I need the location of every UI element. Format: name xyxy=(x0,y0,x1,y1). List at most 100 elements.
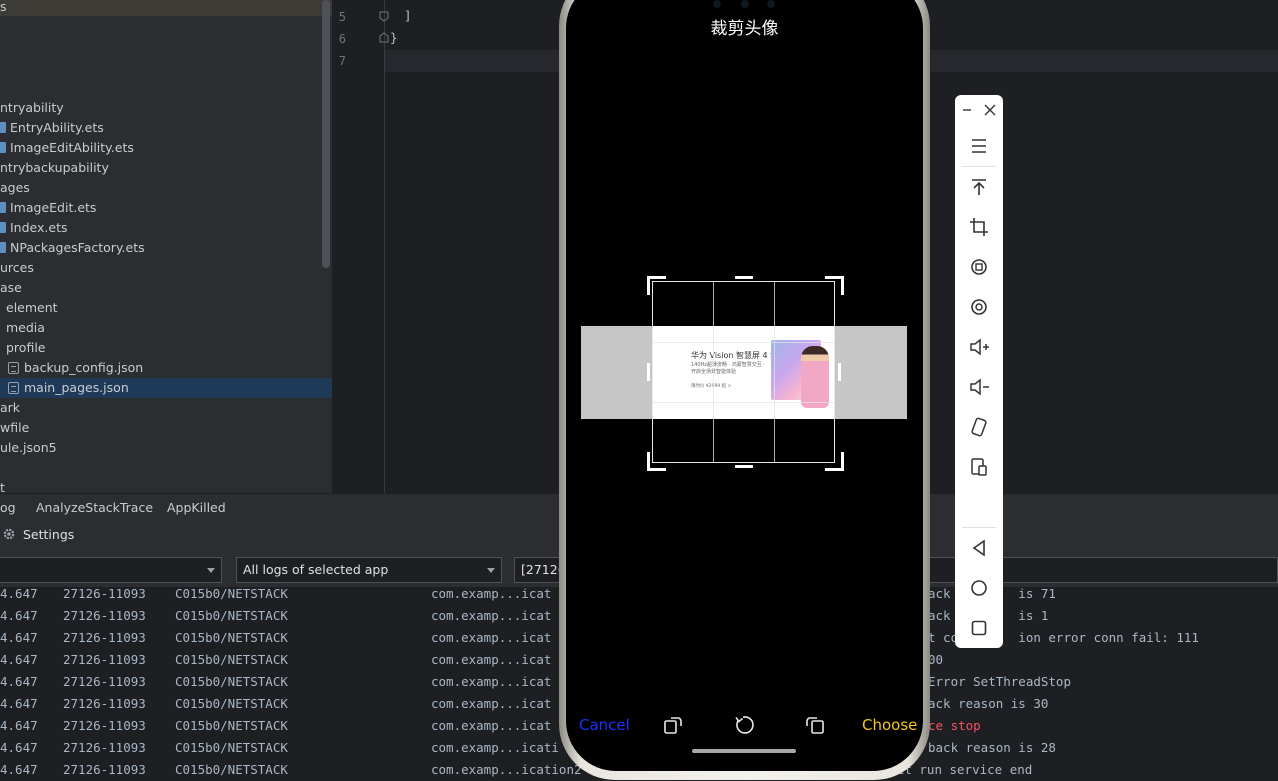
tree-item[interactable]: backup_config.json xyxy=(8,358,143,378)
log-scope-value: All logs of selected app xyxy=(243,562,389,577)
tree-item-label: t xyxy=(0,480,5,493)
tree-item[interactable]: NPackagesFactory.ets xyxy=(0,238,145,258)
tree-item[interactable]: ntrybackupability xyxy=(0,158,109,178)
log-pid: 27126-11093 xyxy=(63,608,146,623)
tree-item[interactable]: ntryability xyxy=(0,98,64,118)
cancel-button[interactable]: Cancel xyxy=(579,716,630,734)
log-pkg: com.examp...icat xyxy=(431,674,552,689)
back-icon[interactable] xyxy=(967,536,991,560)
tree-item[interactable]: ages xyxy=(0,178,30,198)
tree-item-label: main_pages.json xyxy=(24,380,129,395)
line-number-5: 5 xyxy=(338,10,346,24)
tree-item[interactable]: ule.json5 xyxy=(0,438,57,458)
crop-handle-left[interactable] xyxy=(647,363,650,381)
tree-item[interactable]: profile xyxy=(6,338,45,358)
crop-grid-line xyxy=(653,402,834,403)
json-file-icon xyxy=(8,382,19,394)
tree-item[interactable]: main_pages.json xyxy=(8,378,129,398)
tree-item[interactable]: t xyxy=(0,478,5,493)
tree-item-label: Index.ets xyxy=(10,220,68,235)
tree-item[interactable]: element xyxy=(6,298,58,318)
crop-handle-top-right[interactable] xyxy=(825,276,844,295)
ets-file-icon xyxy=(0,202,6,213)
menu-icon[interactable] xyxy=(967,134,991,158)
log-pid: 27126-11093 xyxy=(63,652,146,667)
tree-item[interactable]: urces xyxy=(0,258,34,278)
log-pkg: com.examp...icat xyxy=(431,652,552,667)
home-indicator[interactable] xyxy=(692,749,796,753)
crop-handle-bottom[interactable] xyxy=(735,465,753,468)
choose-button[interactable]: Choose xyxy=(862,716,917,734)
screenshot-icon[interactable] xyxy=(967,455,991,479)
recent-apps-icon[interactable] xyxy=(967,616,991,640)
crop-frame[interactable] xyxy=(652,281,835,463)
chevron-down-icon xyxy=(487,568,495,573)
tree-item[interactable]: s xyxy=(0,0,7,17)
tab-app-killed[interactable]: AppKilled xyxy=(167,500,226,515)
tree-item-label: ark xyxy=(0,400,21,415)
log-time: 4.647 xyxy=(0,630,38,645)
code-line-6[interactable]: } xyxy=(390,30,398,45)
crop-icon[interactable] xyxy=(967,215,991,239)
log-time: 4.647 xyxy=(0,608,38,623)
log-pkg: com.examp...icat xyxy=(431,630,552,645)
tree-item-label: profile xyxy=(6,340,46,355)
crop-handle-top-left[interactable] xyxy=(647,276,666,295)
log-time: 4.647 xyxy=(0,674,38,689)
crop-handle-right[interactable] xyxy=(838,363,841,381)
tree-item[interactable]: Index.ets xyxy=(0,218,68,238)
rotate-right-icon[interactable] xyxy=(967,295,991,319)
tab-log[interactable]: og xyxy=(0,500,16,515)
tree-item[interactable]: ImageEdit.ets xyxy=(0,198,96,218)
log-tag: C015b0/NETSTACK xyxy=(175,586,288,601)
tree-item-label: backup_config.json xyxy=(24,360,144,375)
rotate-right-icon[interactable] xyxy=(805,715,825,735)
log-pid: 27126-11093 xyxy=(63,630,146,645)
tree-item-label: urces xyxy=(0,260,34,275)
tab-analyze-stack-trace[interactable]: AnalyzeStackTrace xyxy=(36,500,153,515)
tree-item[interactable]: ImageEditAbility.ets xyxy=(0,138,134,158)
log-time: 4.647 xyxy=(0,718,38,733)
tree-item-label: ages xyxy=(0,180,30,195)
tree-item-label: ntryability xyxy=(0,100,64,115)
tree-item[interactable]: ark xyxy=(0,398,20,418)
rotate-left-icon[interactable] xyxy=(663,715,683,735)
tree-item-label: media xyxy=(6,320,45,335)
rotate-left-icon[interactable] xyxy=(967,255,991,279)
log-tag: C015b0/NETSTACK xyxy=(175,674,288,689)
log-tag: C015b0/NETSTACK xyxy=(175,718,288,733)
tree-scrollbar[interactable] xyxy=(322,0,330,268)
tree-item[interactable]: media xyxy=(6,318,45,338)
gear-icon[interactable] xyxy=(2,527,16,541)
log-time: 4.647 xyxy=(0,762,38,777)
minimize-icon[interactable] xyxy=(958,103,976,117)
tree-item-label: element xyxy=(6,300,58,315)
tree-item[interactable]: EntryAbility.ets xyxy=(0,118,104,138)
close-icon[interactable] xyxy=(982,102,998,118)
crop-handle-bottom-right[interactable] xyxy=(825,452,844,471)
fold-icon[interactable] xyxy=(379,10,389,44)
log-msg: Error SetThreadStop xyxy=(928,674,1071,689)
reset-icon[interactable] xyxy=(734,715,754,735)
tree-item-label: NPackagesFactory.ets xyxy=(10,240,145,255)
toolbar-divider xyxy=(962,166,996,167)
volume-down-icon[interactable] xyxy=(967,375,991,399)
code-line-5[interactable]: ] xyxy=(404,8,412,23)
log-scope-select[interactable]: All logs of selected app xyxy=(236,557,502,583)
tree-item-label: EntryAbility.ets xyxy=(10,120,104,135)
tree-item[interactable]: wfile xyxy=(0,418,29,438)
log-pkg: com.examp...icati xyxy=(431,740,559,755)
device-select[interactable] xyxy=(0,557,222,583)
shake-icon[interactable] xyxy=(967,415,991,439)
home-icon[interactable] xyxy=(967,576,991,600)
settings-label[interactable]: Settings xyxy=(23,527,74,542)
tree-item-label: ntrybackupability xyxy=(0,160,109,175)
editor-gutter-divider xyxy=(384,0,385,493)
tree-item[interactable]: ase xyxy=(0,278,22,298)
chevron-down-icon xyxy=(207,568,215,573)
pin-top-icon[interactable] xyxy=(967,175,991,199)
log-tag: C015b0/NETSTACK xyxy=(175,630,288,645)
volume-up-icon[interactable] xyxy=(967,335,991,359)
crop-handle-bottom-left[interactable] xyxy=(647,452,666,471)
crop-handle-top[interactable] xyxy=(735,276,753,279)
